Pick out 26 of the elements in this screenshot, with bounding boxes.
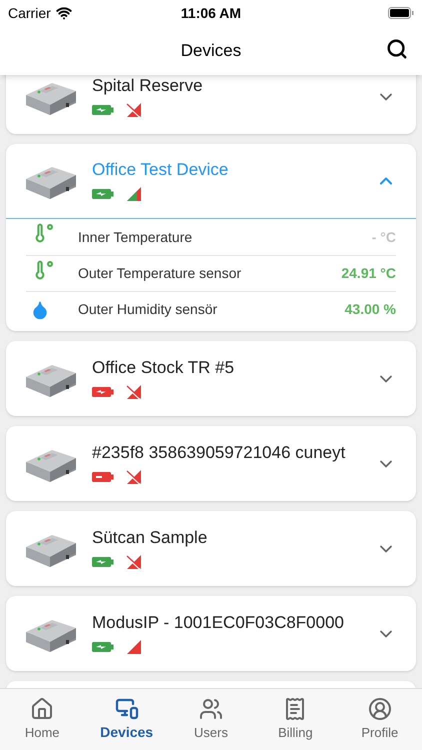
page-title: Devices [180, 40, 242, 62]
sensor-label: Outer Humidity sensör [78, 300, 218, 319]
device-card[interactable]: Spital Reserve [6, 75, 416, 134]
nav-tab[interactable]: Users [168, 689, 254, 750]
sensor-value: 43.00 % [344, 300, 396, 319]
status-time: 11:06 AM [180, 4, 242, 22]
nav-tab[interactable]: Home [0, 689, 84, 750]
device-card[interactable]: Office Test Device Inner Temperature - °C Outer Temperature sensor 24.91 °C Outer Humidity sensör 43.00 % [6, 144, 416, 331]
nav-tab[interactable]: Devices [84, 689, 169, 750]
device-name: Office Stock TR #5 [92, 358, 236, 378]
carrier-name: Carrier [8, 4, 51, 22]
device-name: ModusIP - 1001EC0F03C8F0000 [92, 612, 346, 632]
nav-tab[interactable]: Billing [253, 689, 338, 750]
sensor-value: 24.91 °C [341, 264, 396, 283]
device-card[interactable]: Sütcan Sample [6, 511, 416, 586]
sensor-label: Outer Temperature sensor [78, 264, 242, 283]
device-name: #235f8 358639059721046 cuneyt [92, 442, 346, 462]
device-name: Office Test Device [92, 160, 230, 180]
device-name: Spital Reserve [92, 76, 204, 96]
device-card[interactable]: Office Stock TR #5 [6, 341, 416, 416]
device-card[interactable]: #235f8 358639059721046 cuneyt [6, 426, 416, 501]
sensor-label: Inner Temperature [78, 228, 194, 247]
sensor-value: - °C [372, 228, 396, 246]
nav-tab[interactable]: Profile [338, 689, 422, 750]
device-name: Sütcan Sample [92, 528, 208, 548]
device-card[interactable]: ModusIP - 1001EC0F03C8F0000 [6, 596, 416, 671]
